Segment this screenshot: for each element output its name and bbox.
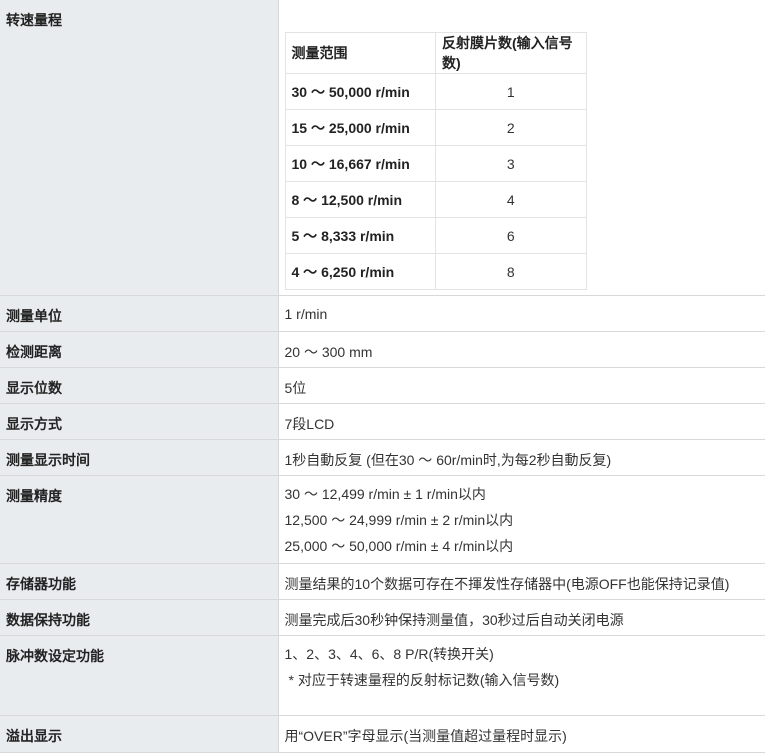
spec-label: 转速量程 [0,0,278,295]
spec-label: 存储器功能 [0,563,278,599]
range-cell: 15 ～ 25,000 r/min [285,110,436,146]
spec-row-speed-range: 转速量程 测量范围 反射膜片数(输入信号数) 30 ～ 50,000 r/min… [0,0,765,295]
spec-row-distance: 检测距离 20 ～ 300 mm [0,331,765,367]
header-range: 测量范围 [285,33,436,74]
spec-row-memory: 存储器功能 测量结果的10个数据可存在不揮发性存储器中(电源OFF也能保持记录值… [0,563,765,599]
spec-value: 5位 [278,367,765,403]
spec-label: 显示方式 [0,403,278,439]
spec-value: 测量完成后30秒钟保持测量值，30秒过后自动关闭电源 [278,599,765,635]
spec-label: 显示位数 [0,367,278,403]
speed-range-row: 30 ～ 50,000 r/min 1 [285,74,586,110]
spec-table: 转速量程 测量范围 反射膜片数(输入信号数) 30 ～ 50,000 r/min… [0,0,765,753]
spec-value: 1、2、3、4、6、8 P/R(转换开关) * 对应于转速量程的反射标记数(输入… [278,635,765,715]
spec-row-hold: 数据保持功能 测量完成后30秒钟保持测量值，30秒过后自动关闭电源 [0,599,765,635]
spec-label: 脉冲数设定功能 [0,635,278,715]
count-cell: 1 [436,74,587,110]
spec-value: 1 r/min [278,295,765,331]
spec-label: 溢出显示 [0,715,278,752]
speed-range-row: 5 ～ 8,333 r/min 6 [285,218,586,254]
speed-range-table: 测量范围 反射膜片数(输入信号数) 30 ～ 50,000 r/min 1 15… [285,32,587,290]
accuracy-line: 12,500 ～ 24,999 r/min ± 2 r/min以内 [285,507,765,533]
spec-row-display-mode: 显示方式 7段LCD [0,403,765,439]
spec-row-pulse: 脉冲数设定功能 1、2、3、4、6、8 P/R(转换开关) * 对应于转速量程的… [0,635,765,715]
spec-value: 20 ～ 300 mm [278,331,765,367]
speed-range-row: 15 ～ 25,000 r/min 2 [285,110,586,146]
count-cell: 6 [436,218,587,254]
spec-row-accuracy: 测量精度 30 ～ 12,499 r/min ± 1 r/min以内 12,50… [0,475,765,563]
speed-range-row: 4 ～ 6,250 r/min 8 [285,254,586,290]
spec-label: 测量精度 [0,475,278,563]
spec-row-unit: 测量单位 1 r/min [0,295,765,331]
spec-label: 测量显示时间 [0,439,278,475]
spec-value: 用“OVER”字母显示(当测量值超过量程时显示) [278,715,765,752]
spec-label: 检测距离 [0,331,278,367]
header-count: 反射膜片数(输入信号数) [436,33,587,74]
count-cell: 3 [436,146,587,182]
range-cell: 10 ～ 16,667 r/min [285,146,436,182]
spec-row-digits: 显示位数 5位 [0,367,765,403]
spec-label: 数据保持功能 [0,599,278,635]
range-cell: 8 ～ 12,500 r/min [285,182,436,218]
spec-label: 测量单位 [0,295,278,331]
spec-value: 1秒自動反复 (但在30 ～ 60r/min时,为每2秒自動反复) [278,439,765,475]
range-cell: 4 ～ 6,250 r/min [285,254,436,290]
spec-row-overflow: 溢出显示 用“OVER”字母显示(当测量值超过量程时显示) [0,715,765,752]
spec-value: 测量范围 反射膜片数(输入信号数) 30 ～ 50,000 r/min 1 15… [278,0,765,295]
count-cell: 2 [436,110,587,146]
spec-value: 30 ～ 12,499 r/min ± 1 r/min以内 12,500 ～ 2… [278,475,765,563]
spec-row-display-time: 测量显示时间 1秒自動反复 (但在30 ～ 60r/min时,为每2秒自動反复) [0,439,765,475]
range-cell: 30 ～ 50,000 r/min [285,74,436,110]
spec-value: 测量结果的10个数据可存在不揮发性存储器中(电源OFF也能保持记录值) [278,563,765,599]
spec-value: 7段LCD [278,403,765,439]
speed-range-row: 8 ～ 12,500 r/min 4 [285,182,586,218]
count-cell: 8 [436,254,587,290]
count-cell: 4 [436,182,587,218]
pulse-note: * 对应于转速量程的反射标记数(输入信号数) [285,667,765,693]
speed-range-row: 10 ～ 16,667 r/min 3 [285,146,586,182]
range-cell: 5 ～ 8,333 r/min [285,218,436,254]
speed-range-header-row: 测量范围 反射膜片数(输入信号数) [285,33,586,74]
accuracy-line: 25,000 ～ 50,000 r/min ± 4 r/min以内 [285,533,765,559]
pulse-value: 1、2、3、4、6、8 P/R(转换开关) [285,641,765,667]
accuracy-line: 30 ～ 12,499 r/min ± 1 r/min以内 [285,481,765,507]
